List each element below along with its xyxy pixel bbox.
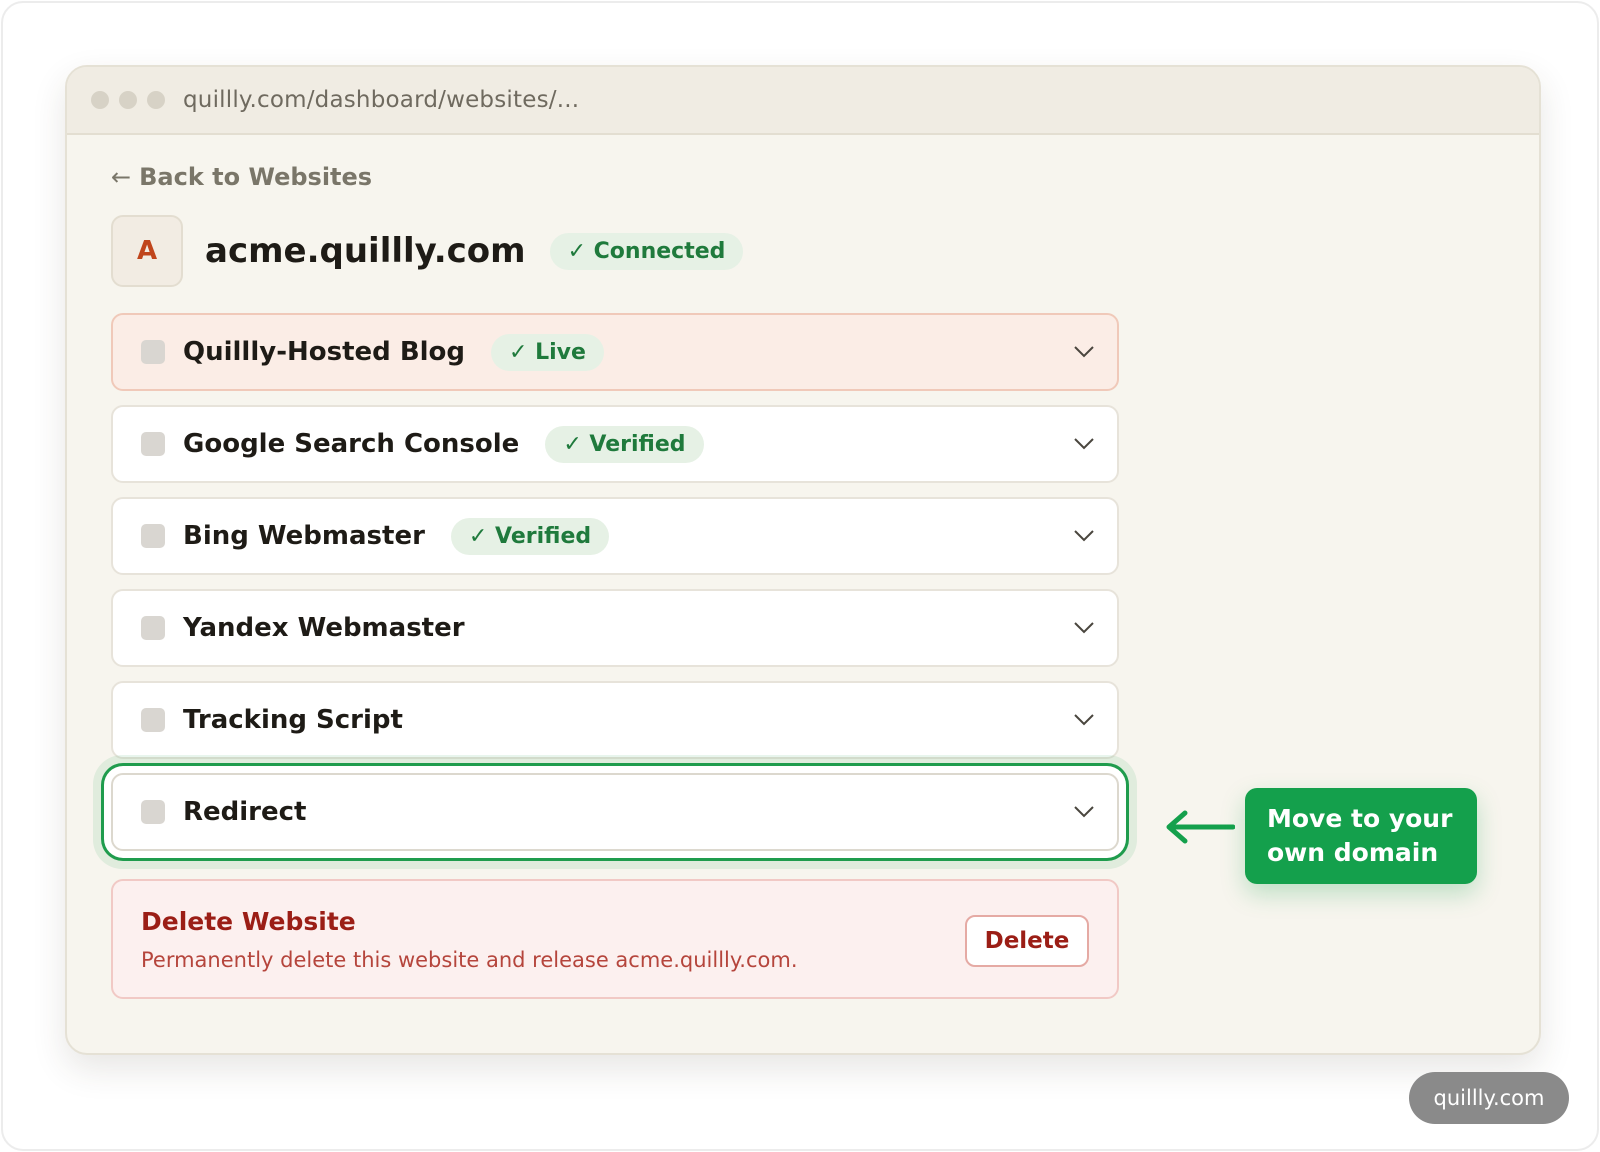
- section-checkbox[interactable]: [141, 708, 165, 732]
- section-label: Quillly-Hosted Blog: [183, 337, 466, 367]
- section-label: Bing Webmaster: [183, 521, 425, 551]
- page-title: acme.quillly.com: [205, 231, 526, 271]
- redirect-callout: Move to your own domain: [1245, 788, 1477, 884]
- chevron-down-icon[interactable]: [1073, 437, 1095, 451]
- settings-sections: Quillly-Hosted Blog ✓ Live Google Search…: [111, 313, 1119, 865]
- section-yandex-webmaster[interactable]: Yandex Webmaster: [111, 589, 1119, 667]
- section-label: Yandex Webmaster: [183, 613, 465, 643]
- verified-status-badge: ✓ Verified: [545, 425, 704, 463]
- section-redirect[interactable]: Redirect: [111, 773, 1119, 851]
- window-close-dot[interactable]: [91, 91, 109, 109]
- address-bar-url[interactable]: quillly.com/dashboard/websites/...: [183, 87, 579, 113]
- section-label: Redirect: [183, 797, 307, 827]
- delete-website-description: Permanently delete this website and rele…: [141, 948, 798, 972]
- callout-line-2: own domain: [1267, 838, 1439, 867]
- chevron-down-icon[interactable]: [1073, 529, 1095, 543]
- website-header: A acme.quillly.com ✓ Connected: [111, 215, 744, 287]
- chevron-down-icon[interactable]: [1073, 713, 1095, 727]
- section-quillly-hosted-blog[interactable]: Quillly-Hosted Blog ✓ Live: [111, 313, 1119, 391]
- chevron-down-icon[interactable]: [1073, 621, 1095, 635]
- arrow-left-icon: [1166, 810, 1235, 844]
- screenshot-frame: quillly.com/dashboard/websites/... ← Bac…: [1, 1, 1599, 1151]
- browser-titlebar: quillly.com/dashboard/websites/...: [67, 67, 1539, 135]
- window-maximize-dot[interactable]: [147, 91, 165, 109]
- section-google-search-console[interactable]: Google Search Console ✓ Verified: [111, 405, 1119, 483]
- section-checkbox[interactable]: [141, 432, 165, 456]
- quillly-watermark: quillly.com: [1409, 1072, 1569, 1124]
- back-link-label: Back to Websites: [139, 163, 373, 191]
- delete-button[interactable]: Delete: [965, 915, 1089, 967]
- delete-website-panel: Delete Website Permanently delete this w…: [111, 879, 1119, 999]
- chevron-down-icon[interactable]: [1073, 345, 1095, 359]
- browser-window: quillly.com/dashboard/websites/... ← Bac…: [65, 65, 1541, 1055]
- delete-website-title: Delete Website: [141, 907, 356, 936]
- section-checkbox[interactable]: [141, 616, 165, 640]
- section-label: Tracking Script: [183, 705, 403, 735]
- section-label: Google Search Console: [183, 429, 520, 459]
- section-checkbox[interactable]: [141, 524, 165, 548]
- section-checkbox[interactable]: [141, 800, 165, 824]
- callout-line-1: Move to your: [1267, 804, 1453, 833]
- section-bing-webmaster[interactable]: Bing Webmaster ✓ Verified: [111, 497, 1119, 575]
- connected-status-badge: ✓ Connected: [549, 232, 744, 270]
- back-to-websites-link[interactable]: ← Back to Websites: [111, 163, 372, 191]
- website-avatar: A: [111, 215, 183, 287]
- window-minimize-dot[interactable]: [119, 91, 137, 109]
- arrow-left-icon: ←: [111, 163, 132, 191]
- live-status-badge: ✓ Live: [491, 333, 604, 371]
- section-tracking-script[interactable]: Tracking Script: [111, 681, 1119, 759]
- chevron-down-icon[interactable]: [1073, 805, 1095, 819]
- section-checkbox[interactable]: [141, 340, 165, 364]
- verified-status-badge: ✓ Verified: [450, 517, 610, 555]
